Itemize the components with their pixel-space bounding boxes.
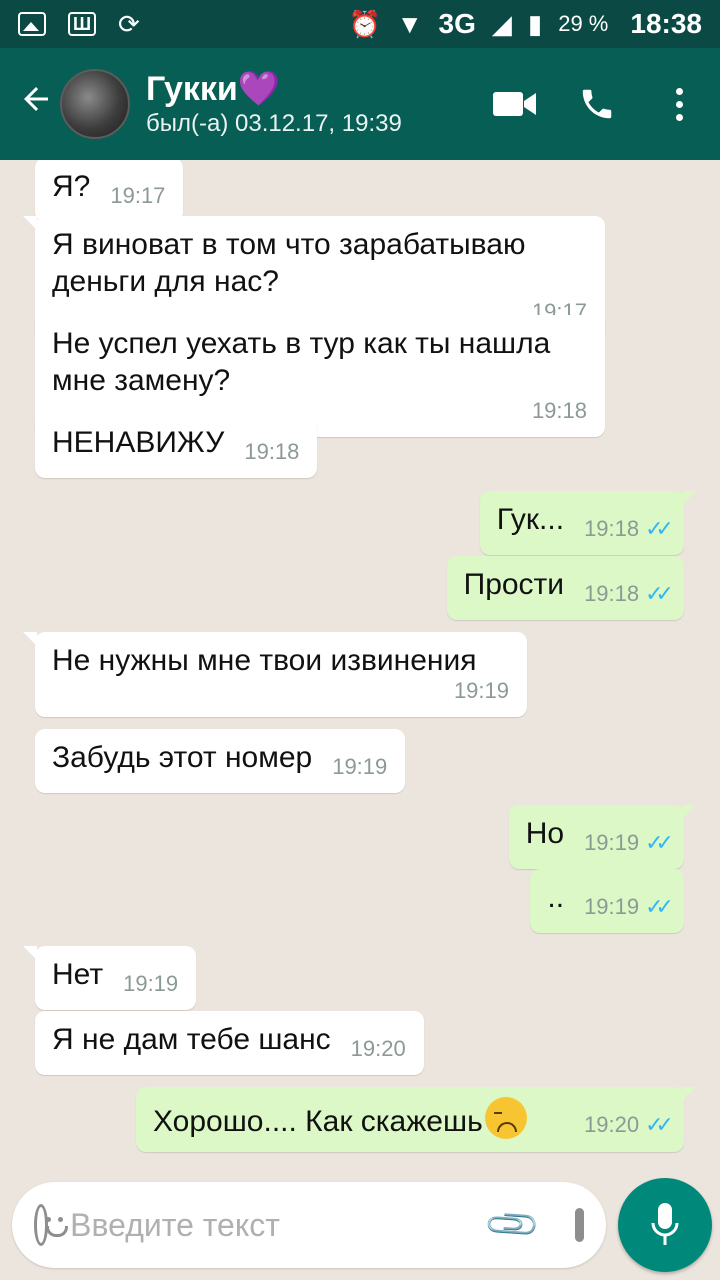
- last-seen: был(-а) 03.12.17, 19:39: [146, 110, 402, 137]
- message-time: 19:17: [110, 183, 166, 208]
- message-text: Не успел уехать в тур как ты нашла мне з…: [52, 327, 551, 397]
- wifi-icon: ▼: [396, 8, 423, 39]
- message-input[interactable]: [70, 1206, 491, 1244]
- message-time: 19:19: [584, 894, 640, 919]
- message-text: Не нужны мне твои извинения: [52, 644, 477, 677]
- message-time: 19:18: [244, 439, 300, 464]
- read-ticks-icon: ✓✓: [645, 516, 674, 541]
- read-ticks-icon: ✓✓: [645, 581, 674, 606]
- message-meta: 19:19 ✓✓: [584, 893, 674, 921]
- message-composer: 📎: [12, 1182, 606, 1268]
- message-bubble[interactable]: Гук... 19:18 ✓✓: [479, 491, 697, 555]
- mic-icon: [651, 1203, 679, 1245]
- read-ticks-icon: ✓✓: [645, 1112, 674, 1137]
- message-text: Хорошо.... Как скажешь: [153, 1105, 483, 1138]
- phone-icon: [582, 89, 612, 119]
- status-left-icons: Ш ⟳: [18, 9, 140, 40]
- message-bubble[interactable]: Нет 19:19: [22, 946, 197, 1010]
- message-meta: 19:19 ✓✓: [584, 829, 674, 857]
- status-bar: Ш ⟳ ⏰ ▼ 3G ◢ ▮ 29 % 18:38: [0, 0, 720, 48]
- contact-name-text: Гукки: [146, 70, 238, 108]
- message-meta: 19:18 ✓✓: [584, 515, 674, 543]
- camera-icon[interactable]: [574, 1208, 606, 1242]
- more-menu-icon: [675, 87, 683, 121]
- message-time: 19:19: [453, 678, 509, 703]
- message-meta: 19:18 ✓✓: [584, 580, 674, 608]
- message-text: ..: [547, 881, 565, 914]
- message-bubble[interactable]: Я не дам тебе шанс 19:20: [35, 1011, 424, 1075]
- alarm-icon: ⏰: [348, 8, 381, 39]
- back-arrow-icon[interactable]: [12, 81, 60, 127]
- message-bubble[interactable]: Хорошо.... Как скажешь 19:20 ✓✓: [136, 1087, 696, 1152]
- message-text: Я не дам тебе шанс: [52, 1023, 331, 1056]
- gallery-notification-icon: [18, 12, 46, 36]
- message-bubble[interactable]: .. 19:19 ✓✓: [530, 869, 684, 933]
- message-bubble[interactable]: НЕНАВИЖУ 19:18: [35, 414, 318, 478]
- message-text: Гук...: [496, 503, 565, 536]
- app-notification-icon: Ш: [68, 12, 96, 36]
- battery-level: 29 %: [558, 11, 609, 36]
- more-menu-button[interactable]: [638, 69, 720, 139]
- message-time: 19:19: [123, 971, 179, 996]
- contact-name: Гукки💜: [146, 69, 402, 109]
- video-call-button[interactable]: [474, 69, 556, 139]
- message-text: Я?: [52, 170, 91, 203]
- header-actions: [474, 69, 720, 139]
- message-bubble[interactable]: Забудь этот номер 19:19: [35, 729, 406, 793]
- message-bubble[interactable]: Не нужны мне твои извинения 19:19: [23, 632, 527, 717]
- chat-area[interactable]: Я? 19:17 Я виноват в том что зарабатываю …: [0, 160, 720, 1176]
- contact-info[interactable]: Гукки💜 был(-а) 03.12.17, 19:39: [146, 69, 402, 139]
- message-meta: 19:20 ✓✓: [584, 1111, 674, 1139]
- message-bubble[interactable]: Но 19:19 ✓✓: [508, 805, 697, 869]
- emoji-icon[interactable]: [34, 1204, 69, 1246]
- network-type: 3G: [438, 8, 476, 39]
- message-time: 19:20: [584, 1112, 640, 1137]
- battery-icon: ▮: [527, 8, 543, 39]
- disappointed-face-emoji: [484, 1097, 527, 1139]
- message-time: 19:19: [332, 754, 388, 779]
- voice-call-button[interactable]: [556, 69, 638, 139]
- message-text: Я виноват в том что зарабатываю деньги д…: [52, 228, 526, 298]
- message-text: Нет: [52, 958, 104, 991]
- read-ticks-icon: ✓✓: [645, 894, 674, 919]
- signal-icon: ◢: [491, 8, 512, 39]
- message-time: 19:19: [584, 830, 640, 855]
- avatar[interactable]: [60, 69, 130, 139]
- message-time: 19:18: [584, 581, 640, 606]
- video-call-icon: [493, 92, 536, 116]
- message-text: Забудь этот номер: [52, 741, 313, 774]
- attach-icon[interactable]: 📎: [482, 1194, 543, 1255]
- sync-notification-icon: ⟳: [118, 8, 140, 39]
- status-right-icons: ⏰ ▼ 3G ◢ ▮ 29 % 18:38: [348, 8, 702, 40]
- message-time: 19:20: [350, 1036, 406, 1061]
- read-ticks-icon: ✓✓: [645, 830, 674, 855]
- chat-header: Гукки💜 был(-а) 03.12.17, 19:39: [0, 48, 720, 160]
- message-bubble[interactable]: Я? 19:17: [35, 160, 184, 222]
- message-bubble[interactable]: Прости 19:18 ✓✓: [446, 556, 684, 620]
- purple-heart-emoji: 💜: [237, 70, 281, 108]
- message-text: НЕНАВИЖУ: [52, 426, 225, 459]
- clock: 18:38: [630, 8, 702, 39]
- message-time: 19:18: [584, 516, 640, 541]
- mic-button[interactable]: [618, 1178, 712, 1272]
- message-text: Но: [525, 817, 565, 850]
- message-text: Прости: [463, 568, 565, 601]
